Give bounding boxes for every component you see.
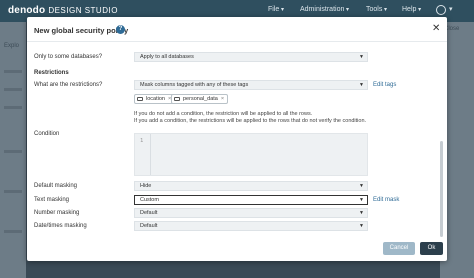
restrictions-select-value: Mask columns tagged with any of these ta… xyxy=(140,82,249,88)
restrictions-select[interactable]: Mask columns tagged with any of these ta… xyxy=(134,80,368,90)
condition-label: Condition xyxy=(34,131,60,137)
text-masking-select[interactable]: Custom ▼ xyxy=(134,195,368,205)
edit-tags-link[interactable]: Edit tags xyxy=(373,82,396,88)
background-sidebar-item xyxy=(4,150,22,153)
databases-select[interactable]: Apply to all databases ▼ xyxy=(134,52,368,62)
cancel-button[interactable]: Cancel xyxy=(383,242,415,255)
datetime-masking-select[interactable]: Default ▼ xyxy=(134,221,368,231)
tag-remove-icon[interactable]: × xyxy=(221,96,224,102)
background-sidebar-item xyxy=(4,70,22,73)
chevron-down-icon: ▾ xyxy=(449,6,453,13)
menu-tools[interactable]: Tools xyxy=(366,6,387,13)
tag-chip-personal-data: personal_data × xyxy=(171,94,229,104)
text-masking-value: Custom xyxy=(140,197,159,203)
chevron-down-icon: ▼ xyxy=(359,82,364,88)
tag-chip-location: location × xyxy=(134,94,176,104)
condition-note-line2: If you add a condition, the restrictions… xyxy=(134,118,367,124)
tag-label: location xyxy=(146,96,165,102)
chevron-down-icon: ▼ xyxy=(359,54,364,60)
text-masking-label: Text masking xyxy=(34,197,70,203)
tag-icon xyxy=(174,97,180,101)
question-circle-icon[interactable]: ? xyxy=(116,25,125,34)
default-masking-select[interactable]: Hide ▼ xyxy=(134,181,368,191)
tag-label: personal_data xyxy=(183,96,218,102)
background-sidebar-item xyxy=(4,230,22,233)
number-masking-select[interactable]: Default ▼ xyxy=(134,208,368,218)
number-masking-label: Number masking xyxy=(34,210,80,216)
condition-note-line1: If you do not add a condition, the restr… xyxy=(134,111,313,117)
background-sidebar-item xyxy=(4,88,22,91)
dialog-scrollbar-thumb[interactable] xyxy=(440,141,443,237)
default-masking-value: Hide xyxy=(140,183,152,189)
edit-mask-link[interactable]: Edit mask xyxy=(373,197,399,203)
chevron-down-icon: ▼ xyxy=(359,183,364,189)
condition-editor[interactable]: 1 xyxy=(134,133,368,176)
chevron-down-icon: ▼ xyxy=(359,223,364,229)
app-logo: denodo DESIGN STUDIO xyxy=(8,5,118,16)
chevron-down-icon: ▼ xyxy=(359,197,364,203)
restrictions-heading: Restrictions xyxy=(34,70,69,76)
editor-gutter: 1 xyxy=(135,134,151,175)
default-masking-label: Default masking xyxy=(34,183,78,189)
security-policy-dialog: New global security policy ? ✕ Only to s… xyxy=(27,17,447,261)
background-sidebar-label: Explo xyxy=(4,43,20,49)
user-icon[interactable] xyxy=(436,5,446,15)
datetime-masking-label: Date/times masking xyxy=(34,223,87,229)
restrictions-label: What are the restrictions? xyxy=(34,82,103,88)
datetime-masking-value: Default xyxy=(140,223,158,229)
databases-select-value: Apply to all databases xyxy=(140,54,194,60)
ok-button[interactable]: Ok xyxy=(420,242,443,255)
menu-help[interactable]: Help xyxy=(402,6,421,13)
background-sidebar-item xyxy=(4,106,22,109)
menu-administration[interactable]: Administration xyxy=(300,6,349,13)
dialog-title: New global security policy xyxy=(34,26,129,35)
background-sidebar-item xyxy=(4,190,22,193)
databases-label: Only to some databases? xyxy=(34,54,103,60)
menu-file[interactable]: File xyxy=(268,6,284,13)
number-masking-value: Default xyxy=(140,210,158,216)
chevron-down-icon: ▼ xyxy=(359,210,364,216)
dialog-header: New global security policy ? ✕ xyxy=(27,17,447,42)
editor-line-number: 1 xyxy=(140,138,144,144)
tag-icon xyxy=(137,97,143,101)
close-icon[interactable]: ✕ xyxy=(432,24,440,34)
